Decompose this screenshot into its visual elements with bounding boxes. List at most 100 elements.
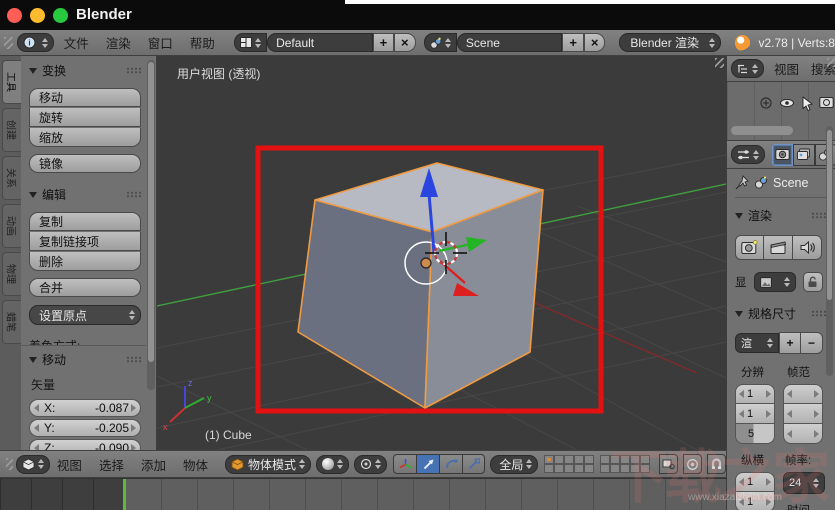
close-window-button[interactable] xyxy=(7,8,22,23)
layer-cell[interactable] xyxy=(554,464,565,473)
transform-orientation-dropdown[interactable]: 全局 xyxy=(490,454,539,474)
outliner-body[interactable] xyxy=(727,82,835,141)
increment-arrow-icon[interactable] xyxy=(766,497,771,506)
editor-type-dropdown[interactable] xyxy=(731,59,764,78)
increment-arrow-icon[interactable] xyxy=(814,390,819,398)
cube-mesh[interactable] xyxy=(297,162,544,409)
translate-manipulator-toggle[interactable] xyxy=(416,454,440,474)
layer-cell[interactable] xyxy=(600,464,611,473)
menu-render[interactable]: 渲染 xyxy=(106,33,131,52)
outliner-view-menu[interactable]: 视图 xyxy=(774,59,799,78)
menu-file[interactable]: 文件 xyxy=(64,33,89,52)
tab-create[interactable]: 创建 xyxy=(2,108,21,152)
rotate-button[interactable]: 旋转 xyxy=(29,108,141,127)
resolution-x-field[interactable]: 1 xyxy=(735,384,775,404)
decrement-arrow-icon[interactable] xyxy=(787,390,792,398)
editor-type-dropdown[interactable] xyxy=(16,454,51,474)
remove-preset-button[interactable]: − xyxy=(801,332,823,354)
rotate-manipulator-toggle[interactable] xyxy=(439,454,463,474)
decrement-arrow-icon[interactable] xyxy=(34,404,39,412)
edit-panel-header[interactable]: 编辑 xyxy=(29,186,141,203)
layer-cell[interactable] xyxy=(584,455,595,464)
increment-arrow-icon[interactable] xyxy=(131,404,136,412)
add-scene-button[interactable]: + xyxy=(562,33,584,52)
render-still-button[interactable] xyxy=(735,235,764,260)
layer-cell[interactable] xyxy=(584,464,595,473)
tab-tools[interactable]: 工具 xyxy=(2,60,21,104)
frame-step-field[interactable] xyxy=(783,424,823,444)
move-y-field[interactable]: Y: -0.205 xyxy=(29,419,141,437)
tab-render-properties[interactable] xyxy=(772,143,794,166)
mirror-button[interactable]: 镜像 xyxy=(29,154,141,173)
lock-interface-button[interactable] xyxy=(802,272,823,292)
editor-corner[interactable] xyxy=(4,36,13,49)
panel-grip-icon[interactable] xyxy=(811,212,826,219)
current-frame-cursor[interactable] xyxy=(123,479,126,510)
render-audio-button[interactable] xyxy=(793,235,822,260)
framerate-dropdown[interactable]: 24 xyxy=(783,472,825,494)
layer-cell[interactable] xyxy=(620,455,631,464)
layer-cell[interactable] xyxy=(610,455,621,464)
visibility-eye-icon[interactable] xyxy=(779,96,795,110)
minimize-window-button[interactable] xyxy=(30,8,45,23)
snap-toggle[interactable] xyxy=(706,454,726,474)
render-engine-dropdown[interactable]: Blender 渲染 xyxy=(619,33,721,52)
move-x-field[interactable]: X: -0.087 xyxy=(29,399,141,417)
manipulator-axes-toggle[interactable] xyxy=(393,454,417,474)
translate-button[interactable]: 移动 xyxy=(29,88,141,107)
render-preset-dropdown[interactable]: 渲 xyxy=(735,333,779,353)
viewport-3d[interactable]: z y x 用户视图 (透视) (1) Cube xyxy=(157,56,726,450)
properties-scrollbar[interactable] xyxy=(826,126,833,376)
pivot-point-dropdown[interactable] xyxy=(353,454,387,474)
tab-relations[interactable]: 关系 xyxy=(2,156,21,200)
increment-arrow-icon[interactable] xyxy=(814,429,819,438)
layer-cell[interactable] xyxy=(544,464,555,473)
scene-lock-toggle[interactable] xyxy=(658,454,678,474)
increment-arrow-icon[interactable] xyxy=(814,409,819,418)
editor-type-dropdown[interactable] xyxy=(731,145,765,164)
viewport-shading-dropdown[interactable] xyxy=(315,454,349,474)
panel-grip-icon[interactable] xyxy=(126,356,141,363)
delete-button[interactable]: 删除 xyxy=(29,252,141,271)
duplicate-linked-button[interactable]: 复制链接项 xyxy=(29,232,141,251)
decrement-arrow-icon[interactable] xyxy=(34,424,39,432)
layer-cell[interactable] xyxy=(640,455,651,464)
duplicate-button[interactable]: 复制 xyxy=(29,212,141,231)
tab-render-layers[interactable] xyxy=(793,143,815,166)
render-animation-button[interactable] xyxy=(764,235,793,260)
add-preset-button[interactable]: + xyxy=(779,332,801,354)
tab-physics[interactable]: 物理 xyxy=(2,252,21,296)
panel-grip-icon[interactable] xyxy=(126,191,141,198)
timeline-editor[interactable] xyxy=(0,478,726,510)
resolution-percent-slider[interactable]: 5 xyxy=(735,424,775,444)
display-mode-dropdown[interactable] xyxy=(753,272,796,292)
add-layout-button[interactable]: + xyxy=(372,33,395,52)
scale-manipulator-toggle[interactable] xyxy=(462,454,486,474)
timeline-frames-area[interactable] xyxy=(125,479,726,510)
tab-grease-pencil[interactable]: 蜡笔 xyxy=(2,300,21,344)
aspect-y-field[interactable]: 1 xyxy=(735,492,775,510)
increment-arrow-icon[interactable] xyxy=(766,390,771,398)
menu-select[interactable]: 选择 xyxy=(99,455,124,474)
layer-cell[interactable] xyxy=(564,455,575,464)
dimensions-panel-header[interactable]: 规格尺寸 xyxy=(735,305,826,322)
menu-window[interactable]: 窗口 xyxy=(148,33,173,52)
layer-cell[interactable] xyxy=(574,464,585,473)
increment-arrow-icon[interactable] xyxy=(766,409,771,418)
set-origin-dropdown[interactable]: 设置原点 xyxy=(29,305,141,325)
decrement-arrow-icon[interactable] xyxy=(739,409,744,418)
decrement-arrow-icon[interactable] xyxy=(787,429,792,438)
pin-icon[interactable] xyxy=(735,175,749,190)
screen-layout-browse-button[interactable] xyxy=(233,33,268,52)
tab-animation[interactable]: 动画 xyxy=(2,204,21,248)
layer-cell[interactable] xyxy=(610,464,621,473)
scale-button[interactable]: 缩放 xyxy=(29,128,141,147)
timeline-before-range[interactable] xyxy=(0,479,123,510)
increment-arrow-icon[interactable] xyxy=(766,478,771,486)
resolution-y-field[interactable]: 1 xyxy=(735,404,775,424)
decrement-arrow-icon[interactable] xyxy=(739,478,744,486)
render-panel-header[interactable]: 渲染 xyxy=(735,207,826,224)
increment-arrow-icon[interactable] xyxy=(131,424,136,432)
transform-panel-header[interactable]: 变换 xyxy=(29,62,141,79)
decrement-arrow-icon[interactable] xyxy=(739,390,744,398)
